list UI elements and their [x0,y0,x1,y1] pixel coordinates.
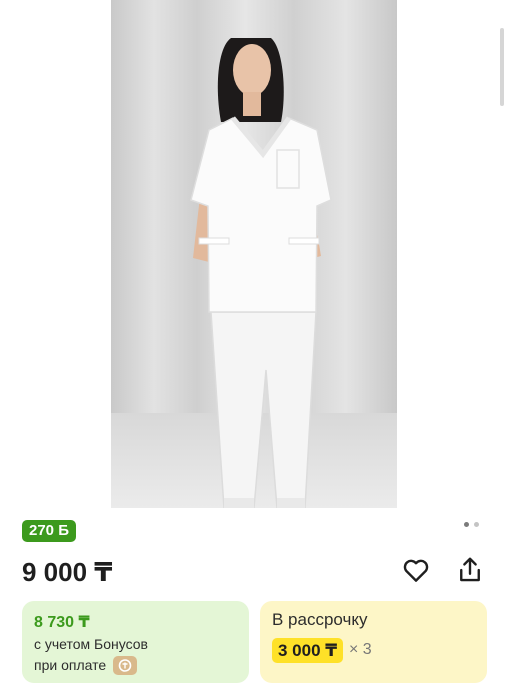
heart-icon [403,559,429,582]
installment-multiplier: × 3 [349,641,372,658]
gallery-dot[interactable] [474,522,479,527]
installment-title: В рассрочку [272,610,368,629]
share-button[interactable] [455,555,485,585]
page-scrollbar[interactable] [500,28,504,106]
bonus-badge: 270 Б [22,520,76,542]
gallery-dots [464,522,479,527]
bonus-price: 8 730 ₸ [34,614,90,631]
product-photo[interactable] [111,0,397,508]
bonus-coin-icon [113,656,138,675]
installment-card[interactable]: В рассрочку 3 000 ₸ × 3 [260,601,487,683]
bonus-caption-line1: с учетом Бонусов [34,636,148,652]
product-price: 9 000 ₸ [22,557,113,587]
favorite-button[interactable] [401,555,431,585]
installment-price: 3 000 ₸ [272,638,344,663]
gallery-dot-active[interactable] [464,522,469,527]
share-icon [460,557,480,582]
bonus-price-card[interactable]: 8 730 ₸ с учетом Бонусов при оплате [22,601,249,683]
model-in-scrubs-illustration [190,38,332,508]
bonus-caption-line2: при оплате [34,657,107,674]
